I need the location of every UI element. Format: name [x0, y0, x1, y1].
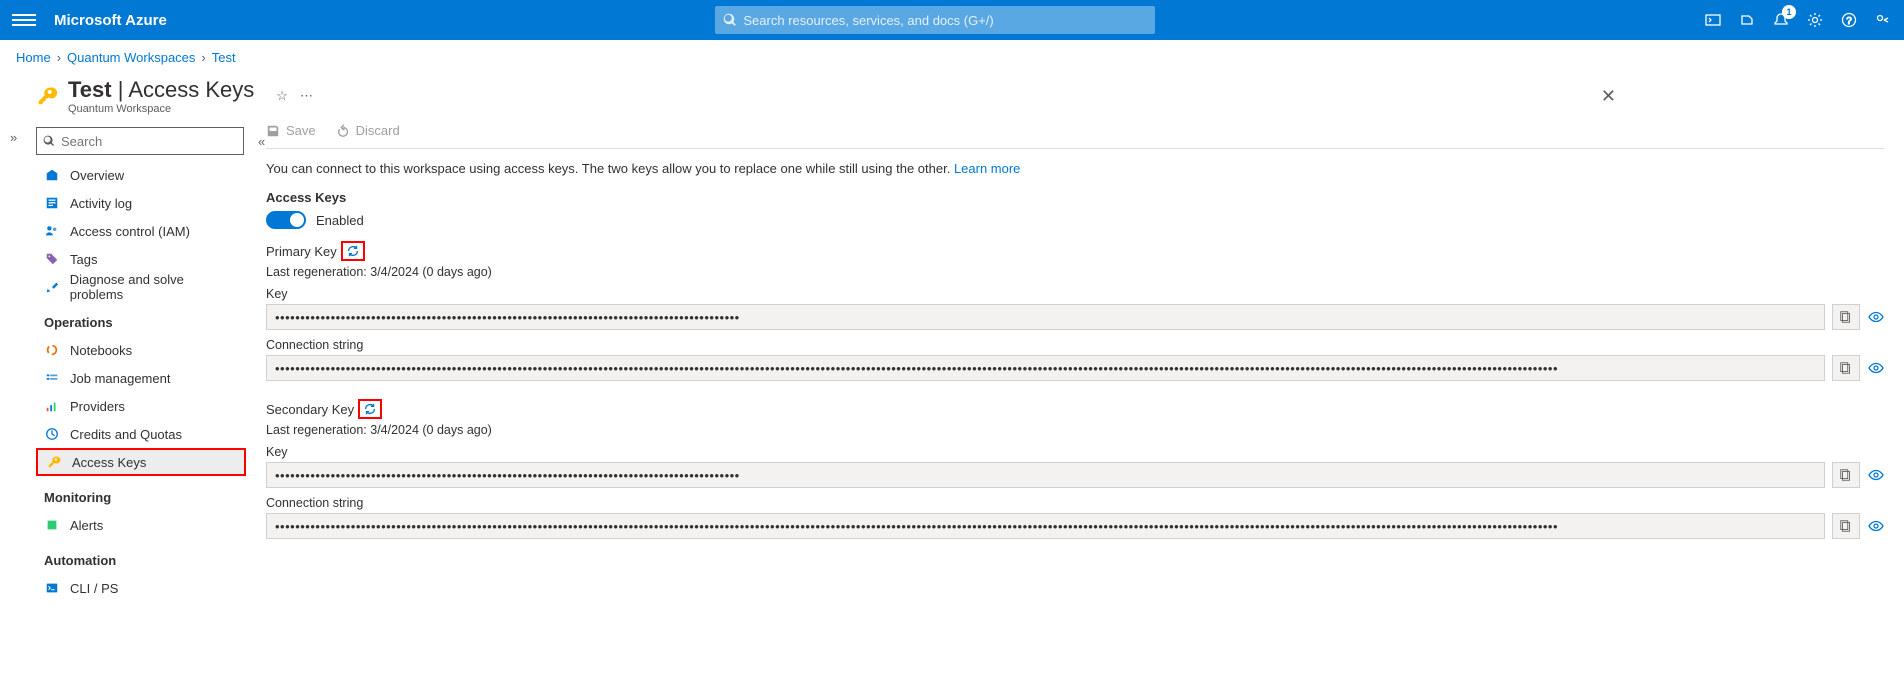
key-icon [46, 454, 62, 470]
sidebar-section-monitoring: Monitoring [36, 476, 246, 511]
primary-key-heading: Primary Key [266, 244, 337, 259]
global-search-input[interactable] [743, 13, 1147, 28]
sidebar-item-overview[interactable]: Overview [36, 161, 246, 189]
activity-log-icon [44, 195, 60, 211]
brand-label: Microsoft Azure [54, 12, 167, 29]
cli-icon [44, 580, 60, 596]
page-title: Test | Access Keys [68, 77, 254, 103]
reveal-secondary-key-button[interactable] [1868, 467, 1884, 483]
sidebar-item-iam[interactable]: Access control (IAM) [36, 217, 246, 245]
discard-button[interactable]: Discard [336, 123, 400, 138]
copy-secondary-key-button[interactable] [1832, 462, 1860, 488]
access-keys-heading: Access Keys [266, 190, 1884, 205]
page-subtitle: Quantum Workspace [68, 103, 254, 115]
secondary-key-label: Key [266, 445, 1884, 459]
sidebar-item-alerts[interactable]: Alerts [36, 511, 246, 539]
refresh-icon [346, 244, 360, 258]
sidebar-item-job-management[interactable]: Job management [36, 364, 246, 392]
primary-conn-field[interactable]: ••••••••••••••••••••••••••••••••••••••••… [266, 355, 1825, 381]
sidebar-item-activity-log[interactable]: Activity log [36, 189, 246, 217]
reveal-primary-key-button[interactable] [1868, 309, 1884, 325]
toggle-label: Enabled [316, 213, 364, 228]
sidebar-section-automation: Automation [36, 539, 246, 574]
save-button[interactable]: Save [266, 123, 316, 138]
sidebar-item-providers[interactable]: Providers [36, 392, 246, 420]
copy-icon [1839, 468, 1853, 482]
breadcrumb: Home › Quantum Workspaces › Test [0, 40, 1904, 69]
search-icon [723, 13, 737, 27]
providers-icon [44, 398, 60, 414]
sidebar-item-credits[interactable]: Credits and Quotas [36, 420, 246, 448]
overview-icon [44, 167, 60, 183]
sidebar-section-operations: Operations [36, 301, 246, 336]
secondary-conn-label: Connection string [266, 496, 1884, 510]
copy-primary-key-button[interactable] [1832, 304, 1860, 330]
expand-sidebar-chevron[interactable]: » [10, 130, 17, 145]
copilot-icon[interactable] [1738, 11, 1756, 29]
notebooks-icon [44, 342, 60, 358]
primary-regen-info: Last regeneration: 3/4/2024 (0 days ago) [266, 265, 1884, 279]
alerts-icon [44, 517, 60, 533]
copy-icon [1839, 361, 1853, 375]
regenerate-secondary-button[interactable] [358, 399, 382, 419]
primary-key-label: Key [266, 287, 1884, 301]
eye-icon [1868, 467, 1884, 483]
copy-primary-conn-button[interactable] [1832, 355, 1860, 381]
secondary-key-heading: Secondary Key [266, 402, 354, 417]
cloud-shell-icon[interactable] [1704, 11, 1722, 29]
global-search[interactable] [715, 6, 1155, 34]
job-icon [44, 370, 60, 386]
regenerate-primary-button[interactable] [341, 241, 365, 261]
secondary-regen-info: Last regeneration: 3/4/2024 (0 days ago) [266, 423, 1884, 437]
sidebar-item-cli[interactable]: CLI / PS [36, 574, 246, 602]
refresh-icon [363, 402, 377, 416]
sidebar-search-input[interactable] [61, 134, 237, 149]
sidebar-item-access-keys[interactable]: Access Keys [36, 448, 246, 476]
copy-secondary-conn-button[interactable] [1832, 513, 1860, 539]
primary-key-field[interactable]: ••••••••••••••••••••••••••••••••••••••••… [266, 304, 1825, 330]
eye-icon [1868, 518, 1884, 534]
notification-badge: 1 [1782, 5, 1796, 19]
secondary-key-field[interactable]: ••••••••••••••••••••••••••••••••••••••••… [266, 462, 1825, 488]
sidebar-item-notebooks[interactable]: Notebooks [36, 336, 246, 364]
settings-icon[interactable] [1806, 11, 1824, 29]
feedback-icon[interactable] [1874, 11, 1892, 29]
tags-icon [44, 251, 60, 267]
learn-more-link[interactable]: Learn more [954, 161, 1020, 176]
help-icon[interactable]: ? [1840, 11, 1858, 29]
copy-icon [1839, 519, 1853, 533]
access-keys-toggle[interactable] [266, 211, 306, 229]
command-bar: Save Discard [266, 117, 1884, 149]
notifications-icon[interactable]: 1 [1772, 11, 1790, 29]
eye-icon [1868, 360, 1884, 376]
sidebar-search[interactable] [36, 127, 244, 155]
breadcrumb-home[interactable]: Home [16, 50, 51, 65]
diagnose-icon [44, 279, 60, 295]
copy-icon [1839, 310, 1853, 324]
sidebar-item-diagnose[interactable]: Diagnose and solve problems [36, 273, 246, 301]
svg-text:?: ? [1846, 16, 1852, 27]
breadcrumb-workspaces[interactable]: Quantum Workspaces [67, 50, 195, 65]
primary-conn-label: Connection string [266, 338, 1884, 352]
save-icon [266, 124, 280, 138]
breadcrumb-resource[interactable]: Test [212, 50, 236, 65]
credits-icon [44, 426, 60, 442]
search-icon [43, 135, 55, 147]
intro-text: You can connect to this workspace using … [266, 149, 1884, 184]
reveal-primary-conn-button[interactable] [1868, 360, 1884, 376]
key-icon [36, 85, 58, 107]
sidebar-item-tags[interactable]: Tags [36, 245, 246, 273]
secondary-conn-field[interactable]: ••••••••••••••••••••••••••••••••••••••••… [266, 513, 1825, 539]
reveal-secondary-conn-button[interactable] [1868, 518, 1884, 534]
discard-icon [336, 124, 350, 138]
hamburger-menu[interactable] [12, 14, 36, 26]
iam-icon [44, 223, 60, 239]
eye-icon [1868, 309, 1884, 325]
